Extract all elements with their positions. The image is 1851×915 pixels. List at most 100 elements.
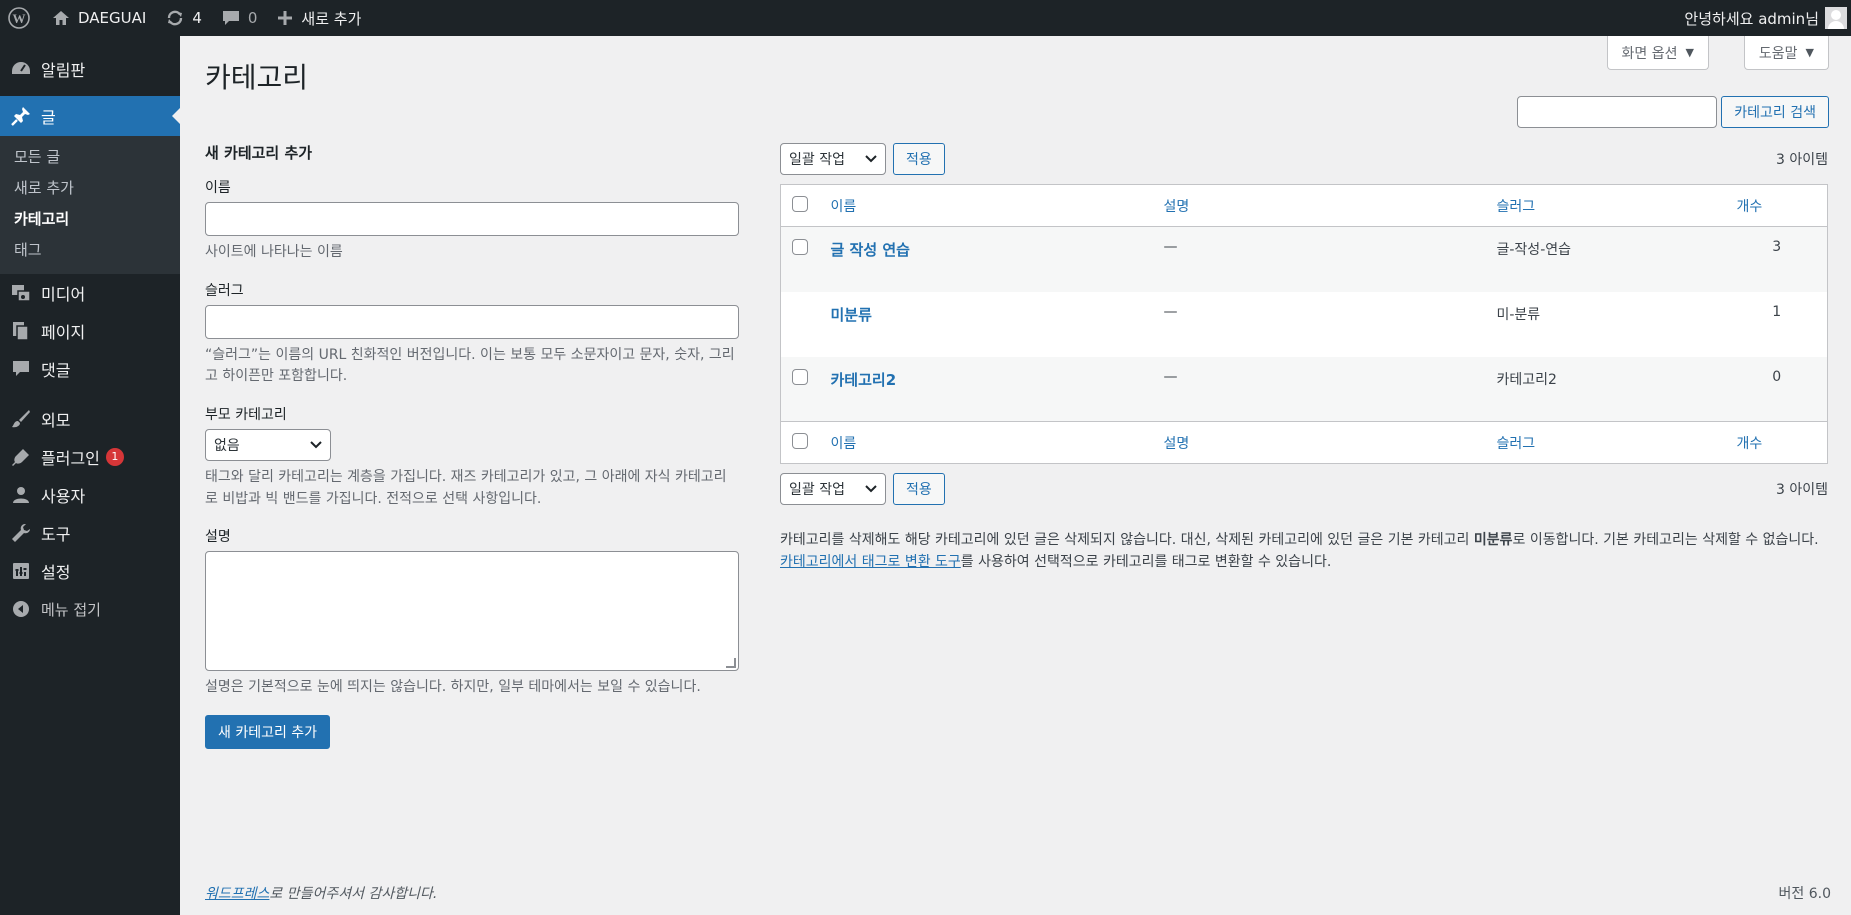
row-count-link[interactable]: 3 — [1727, 227, 1828, 292]
brush-icon — [10, 409, 32, 429]
sidebar-item-tools[interactable]: 도구 — [0, 514, 180, 552]
wordpress-logo-icon: W — [8, 7, 30, 29]
sidebar-item-label: 도구 — [41, 525, 71, 544]
name-input[interactable] — [205, 202, 739, 236]
help-button[interactable]: 도움말 ▼ — [1743, 36, 1829, 70]
wordpress-link[interactable]: 워드프레스 — [205, 886, 269, 902]
row-title-link[interactable]: 글 작성 연습 — [831, 241, 910, 259]
sidebar-item-label: 메뉴 접기 — [41, 600, 101, 619]
comment-bubble-icon — [222, 10, 240, 26]
main-content: 화면 옵션 ▼ 도움말 ▼ 카테고리 카테고리 검색 새 카테고리 추가 이름 … — [180, 36, 1851, 915]
submenu-tags[interactable]: 태그 — [0, 235, 180, 266]
chevron-down-icon — [865, 485, 877, 493]
dashboard-icon — [10, 59, 32, 79]
search-categories-button[interactable]: 카테고리 검색 — [1721, 96, 1829, 128]
sidebar-item-label: 글 — [41, 108, 56, 127]
column-description[interactable]: 설명 — [1154, 185, 1487, 227]
select-all-checkbox[interactable] — [792, 195, 808, 212]
row-slug: 글-작성-연습 — [1496, 242, 1572, 258]
add-category-button[interactable]: 새 카테고리 추가 — [205, 715, 331, 750]
submenu-add-new[interactable]: 새로 추가 — [0, 173, 180, 204]
plugin-icon — [10, 447, 32, 467]
updates-count: 4 — [192, 9, 202, 27]
row-description: — — [1163, 368, 1178, 385]
sidebar-item-pages[interactable]: 페이지 — [0, 312, 180, 350]
select-all-checkbox-footer[interactable] — [792, 432, 808, 449]
bulk-action-select-bottom[interactable]: 일괄 작업 — [780, 473, 886, 505]
description-help: 설명은 기본적으로 눈에 띄지는 않습니다. 하지만, 일부 테마에서는 보일 … — [205, 679, 701, 696]
comment-icon — [10, 359, 32, 379]
sidebar-item-plugins[interactable]: 플러그인 1 — [0, 438, 180, 476]
row-count-link[interactable]: 0 — [1727, 357, 1828, 422]
row-description: — — [1163, 239, 1178, 255]
items-count-bottom: 3 아이템 — [1776, 482, 1828, 498]
wordpress-logo-button[interactable]: W — [0, 0, 42, 36]
column-count[interactable]: 개수 — [1727, 185, 1828, 227]
updates-link[interactable]: 4 — [156, 0, 212, 36]
items-count: 3 아이템 — [1776, 152, 1828, 168]
converter-link[interactable]: 카테고리에서 태그로 변환 도구 — [780, 554, 961, 570]
sidebar-item-label: 알림판 — [41, 61, 86, 80]
sidebar-item-comments[interactable]: 댓글 — [0, 350, 180, 388]
row-title-link[interactable]: 미분류 — [831, 306, 872, 324]
column-slug-footer[interactable]: 슬러그 — [1487, 422, 1727, 464]
version: 버전 6.0 — [1778, 886, 1831, 902]
wrench-icon — [10, 523, 32, 543]
footer: 워드프레스로 만들어주셔서 감사합니다. 버전 6.0 — [205, 883, 1831, 903]
sidebar-item-posts[interactable]: 글 — [0, 96, 180, 136]
column-slug[interactable]: 슬러그 — [1487, 185, 1727, 227]
new-content-label: 새로 추가 — [301, 9, 362, 28]
posts-submenu: 모든 글 새로 추가 카테고리 태그 — [0, 136, 180, 274]
sidebar-item-label: 플러그인 — [41, 449, 100, 468]
sidebar-item-label: 사용자 — [41, 487, 86, 506]
collapse-icon — [10, 599, 32, 619]
column-description-footer[interactable]: 설명 — [1154, 422, 1487, 464]
my-account-link[interactable]: 안녕하세요 admin님 — [1684, 0, 1851, 36]
apply-button[interactable]: 적용 — [893, 143, 945, 175]
row-count-link[interactable]: 1 — [1727, 292, 1828, 357]
description-textarea[interactable] — [205, 551, 739, 672]
collapse-menu-button[interactable]: 메뉴 접기 — [0, 590, 180, 628]
column-name-footer[interactable]: 이름 — [821, 422, 1154, 464]
form-heading: 새 카테고리 추가 — [205, 144, 313, 162]
settings-icon — [10, 561, 32, 581]
submenu-categories[interactable]: 카테고리 — [0, 204, 180, 235]
search-box: 카테고리 검색 — [1517, 96, 1829, 128]
pages-icon — [10, 321, 32, 341]
row-title-link[interactable]: 카테고리2 — [831, 371, 897, 389]
comments-link[interactable]: 0 — [212, 0, 268, 36]
sidebar-item-appearance[interactable]: 외모 — [0, 400, 180, 438]
name-label: 이름 — [205, 180, 231, 196]
column-name[interactable]: 이름 — [821, 185, 1154, 227]
categories-list: 일괄 작업 적용 3 아이템 이름 설명 슬러그 개수 글 작성 연습 — 글-… — [780, 142, 1828, 573]
parent-label: 부모 카테고리 — [205, 407, 287, 424]
table-row: 미분류 — 미-분류 1 — [781, 292, 1828, 357]
media-icon — [10, 283, 32, 303]
table-row: 카테고리2 — 카테고리2 0 — [780, 356, 1828, 422]
slug-input[interactable] — [205, 304, 739, 339]
footer-thanks: 워드프레스로 만들어주셔서 감사합니다. — [205, 883, 437, 903]
sidebar-item-settings[interactable]: 설정 — [0, 552, 180, 590]
sidebar-item-dashboard[interactable]: 알림판 — [0, 50, 180, 88]
sidebar-item-media[interactable]: 미디어 — [0, 274, 180, 312]
bulk-action-select[interactable]: 일괄 작업 — [780, 143, 886, 175]
sidebar-item-label: 페이지 — [41, 323, 86, 342]
apply-button-bottom[interactable]: 적용 — [893, 473, 945, 505]
submenu-all-posts[interactable]: 모든 글 — [0, 142, 180, 173]
plugin-update-badge: 1 — [105, 448, 124, 466]
column-count-footer[interactable]: 개수 — [1727, 422, 1828, 464]
greeting: 안녕하세요 admin님 — [1684, 9, 1819, 28]
pin-icon — [10, 106, 32, 126]
new-content-link[interactable]: 새로 추가 — [267, 0, 371, 36]
chevron-down-icon — [310, 441, 322, 449]
row-checkbox[interactable] — [792, 368, 808, 385]
search-input[interactable] — [1517, 96, 1718, 128]
screen-options-button[interactable]: 화면 옵션 ▼ — [1606, 36, 1709, 70]
comments-count: 0 — [247, 9, 258, 27]
admin-bar: W DAEGUAI 4 0 새로 추가 안녕하세요 admin님 — [0, 0, 1851, 36]
row-checkbox[interactable] — [792, 239, 808, 255]
sidebar-item-users[interactable]: 사용자 — [0, 476, 180, 514]
parent-select[interactable]: 없음 — [205, 429, 331, 462]
parent-select-value: 없음 — [214, 438, 240, 455]
site-name-link[interactable]: DAEGUAI — [42, 0, 156, 36]
